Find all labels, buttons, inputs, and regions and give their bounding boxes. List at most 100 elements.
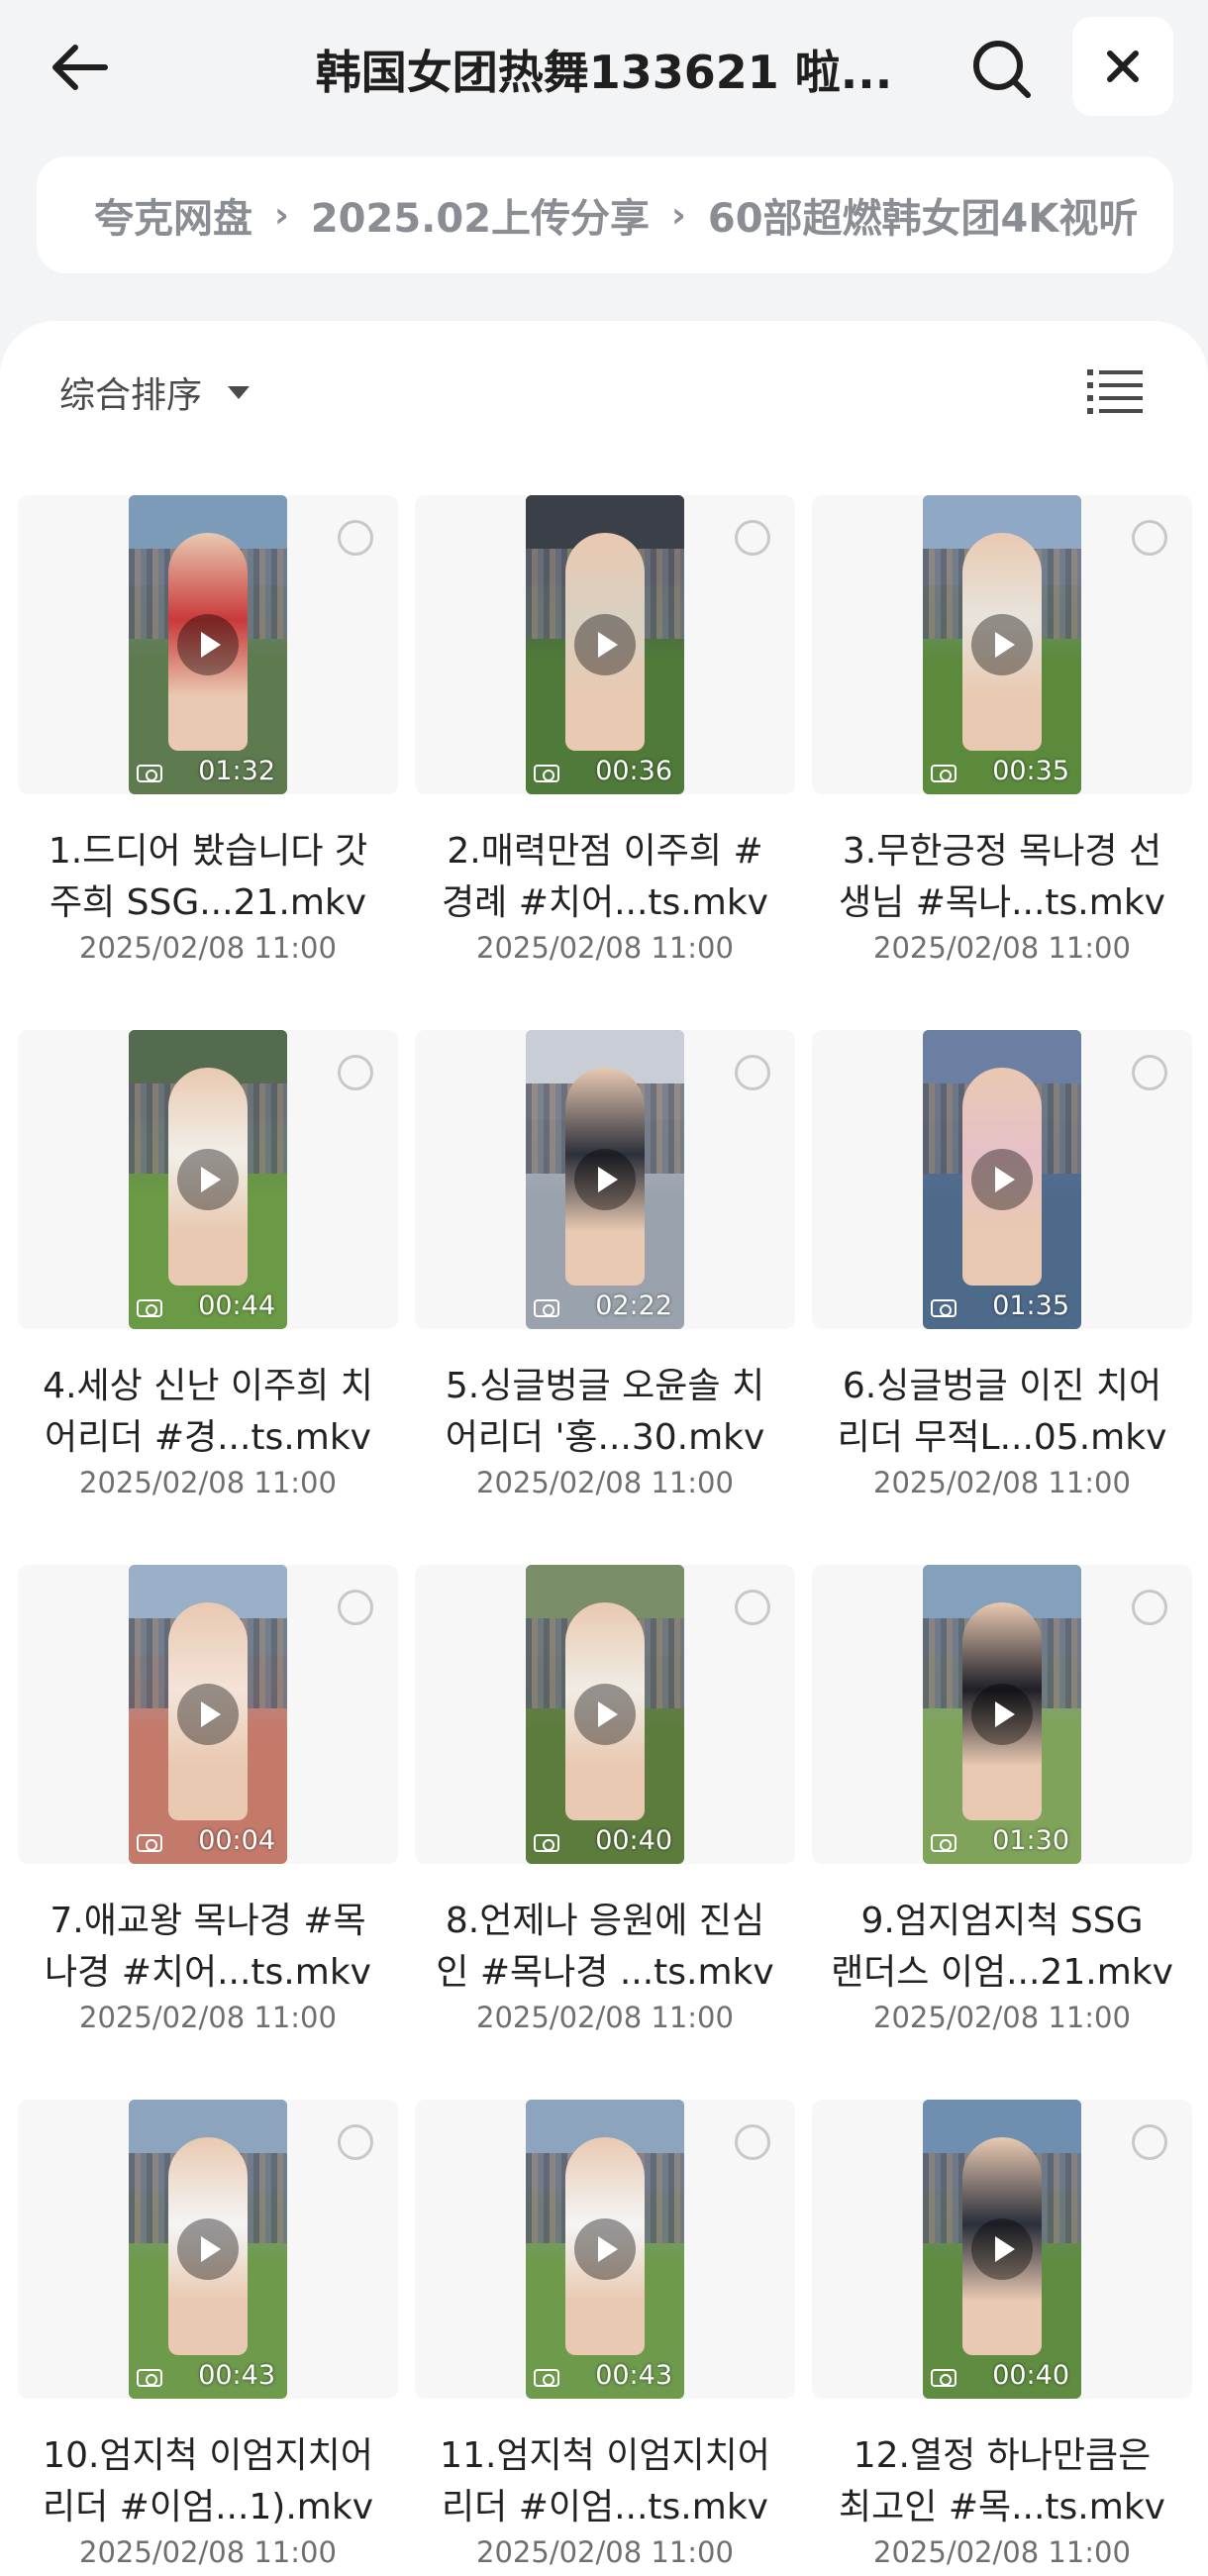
file-name-line2: 어리더 '홍...30.mkv <box>445 1417 765 1458</box>
thumbnail-area[interactable]: 00:35 <box>812 495 1192 794</box>
thumbnail-area[interactable]: 02:22 <box>415 1030 795 1329</box>
file-name: 4.세상 신난 이주희 치 어리더 #경...ts.mkv <box>18 1361 398 1464</box>
file-date: 2025/02/08 11:00 <box>79 2001 337 2034</box>
breadcrumb: 夸克网盘 › 2025.02上传分享 › 60部超燃韩女团4K视听 <box>37 156 1173 273</box>
back-button[interactable] <box>40 28 119 107</box>
file-name-line2: 최고인 #목...ts.mkv <box>839 2487 1165 2527</box>
play-icon[interactable] <box>177 614 239 675</box>
play-icon[interactable] <box>574 2218 636 2280</box>
video-duration: 00:36 <box>595 756 672 786</box>
select-checkbox[interactable] <box>338 1055 373 1090</box>
thumbnail-area[interactable]: 01:32 <box>18 495 398 794</box>
file-name: 3.무한긍정 목나경 선 생님 #목나...ts.mkv <box>812 826 1192 929</box>
camera-icon <box>534 1834 559 1852</box>
video-duration: 00:40 <box>992 2360 1069 2391</box>
select-checkbox[interactable] <box>1132 1055 1167 1090</box>
file-name-line2: 랜더스 이엄...21.mkv <box>831 1952 1173 1993</box>
camera-icon <box>534 765 559 782</box>
select-checkbox[interactable] <box>338 2124 373 2160</box>
file-name-line1: 4.세상 신난 이주희 치 <box>43 1366 373 1406</box>
video-duration: 00:43 <box>198 2360 275 2391</box>
list-view-icon <box>1087 369 1143 414</box>
video-thumbnail[interactable]: 00:35 <box>923 495 1081 794</box>
thumbnail-area[interactable]: 00:40 <box>415 1565 795 1864</box>
video-thumbnail[interactable]: 00:43 <box>526 2100 684 2399</box>
file-name-line2: 리더 무적L...05.mkv <box>837 1417 1167 1458</box>
play-icon[interactable] <box>971 1684 1033 1745</box>
file-date: 2025/02/08 11:00 <box>476 1466 734 1499</box>
close-icon <box>1107 51 1139 82</box>
camera-icon <box>931 1834 956 1852</box>
video-thumbnail[interactable]: 00:04 <box>129 1565 287 1864</box>
thumbnail-area[interactable]: 00:36 <box>415 495 795 794</box>
file-date: 2025/02/08 11:00 <box>476 2001 734 2034</box>
view-toggle-button[interactable] <box>1087 366 1143 414</box>
video-thumbnail[interactable]: 00:44 <box>129 1030 287 1329</box>
video-duration: 00:44 <box>198 1290 275 1321</box>
chevron-right-icon: › <box>274 194 289 236</box>
search-button[interactable] <box>960 28 1044 111</box>
video-thumbnail[interactable]: 00:40 <box>526 1565 684 1864</box>
breadcrumb-item-current[interactable]: 60部超燃韩女团4K视听 <box>708 186 1139 244</box>
camera-icon <box>931 1299 956 1317</box>
video-thumbnail[interactable]: 01:35 <box>923 1030 1081 1329</box>
select-checkbox[interactable] <box>338 1590 373 1625</box>
play-icon[interactable] <box>177 1684 239 1745</box>
video-thumbnail[interactable]: 01:30 <box>923 1565 1081 1864</box>
thumbnail-area[interactable]: 00:44 <box>18 1030 398 1329</box>
video-thumbnail[interactable]: 00:36 <box>526 495 684 794</box>
video-thumbnail[interactable]: 00:40 <box>923 2100 1081 2399</box>
file-name-line1: 1.드디어 봤습니다 갓 <box>48 831 368 872</box>
play-icon[interactable] <box>971 2218 1033 2280</box>
thumbnail-area[interactable]: 01:35 <box>812 1030 1192 1329</box>
top-bar: 韩国女团热舞133621 啦... <box>0 0 1208 139</box>
video-thumbnail[interactable]: 00:43 <box>129 2100 287 2399</box>
thumbnail-area[interactable]: 00:04 <box>18 1565 398 1864</box>
video-duration: 01:30 <box>992 1825 1069 1856</box>
file-name-line2: 리더 #이엄...1).mkv <box>42 2487 374 2527</box>
select-checkbox[interactable] <box>1132 1590 1167 1625</box>
play-icon[interactable] <box>574 1684 636 1745</box>
video-duration: 00:40 <box>595 1825 672 1856</box>
thumbnail-area[interactable]: 00:43 <box>415 2100 795 2399</box>
camera-icon <box>534 1299 559 1317</box>
file-name: 8.언제나 응원에 진심 인 #목나경 ...ts.mkv <box>415 1896 795 1999</box>
play-icon[interactable] <box>574 1149 636 1210</box>
file-name: 2.매력만점 이주희 # 경례 #치어...ts.mkv <box>415 826 795 929</box>
thumbnail-area[interactable]: 01:30 <box>812 1565 1192 1864</box>
file-name-line1: 2.매력만점 이주희 # <box>447 831 763 872</box>
video-thumbnail[interactable]: 02:22 <box>526 1030 684 1329</box>
arrow-left-icon <box>52 45 108 90</box>
play-icon[interactable] <box>971 1149 1033 1210</box>
file-name-line1: 11.엄지척 이엄지치어 <box>440 2435 770 2476</box>
thumbnail-area[interactable]: 00:40 <box>812 2100 1192 2399</box>
video-duration: 00:43 <box>595 2360 672 2391</box>
close-button[interactable] <box>1072 17 1173 116</box>
file-name-line1: 9.엄지엄지척 SSG <box>860 1901 1144 1941</box>
select-checkbox[interactable] <box>735 2124 770 2160</box>
sort-dropdown[interactable]: 综合排序 <box>59 366 251 418</box>
select-checkbox[interactable] <box>1132 520 1167 556</box>
select-checkbox[interactable] <box>735 1055 770 1090</box>
video-duration: 01:32 <box>198 756 275 786</box>
file-name-line2: 인 #목나경 ...ts.mkv <box>436 1952 774 1993</box>
play-icon[interactable] <box>177 2218 239 2280</box>
select-checkbox[interactable] <box>735 520 770 556</box>
camera-icon <box>137 2369 162 2387</box>
select-checkbox[interactable] <box>1132 2124 1167 2160</box>
file-name-line1: 6.싱글벙글 이진 치어 <box>842 1366 1162 1406</box>
select-checkbox[interactable] <box>735 1590 770 1625</box>
video-thumbnail[interactable]: 01:32 <box>129 495 287 794</box>
file-date: 2025/02/08 11:00 <box>79 931 337 965</box>
file-date: 2025/02/08 11:00 <box>476 2535 734 2569</box>
play-icon[interactable] <box>177 1149 239 1210</box>
video-duration: 00:35 <box>992 756 1069 786</box>
play-icon[interactable] <box>574 614 636 675</box>
thumbnail-area[interactable]: 00:43 <box>18 2100 398 2399</box>
sort-label: 综合排序 <box>59 375 203 416</box>
play-icon[interactable] <box>971 614 1033 675</box>
breadcrumb-item-folder[interactable]: 2025.02上传分享 <box>311 186 650 244</box>
select-checkbox[interactable] <box>338 520 373 556</box>
camera-icon <box>137 1834 162 1852</box>
breadcrumb-item-root[interactable]: 夸克网盘 <box>94 186 252 244</box>
